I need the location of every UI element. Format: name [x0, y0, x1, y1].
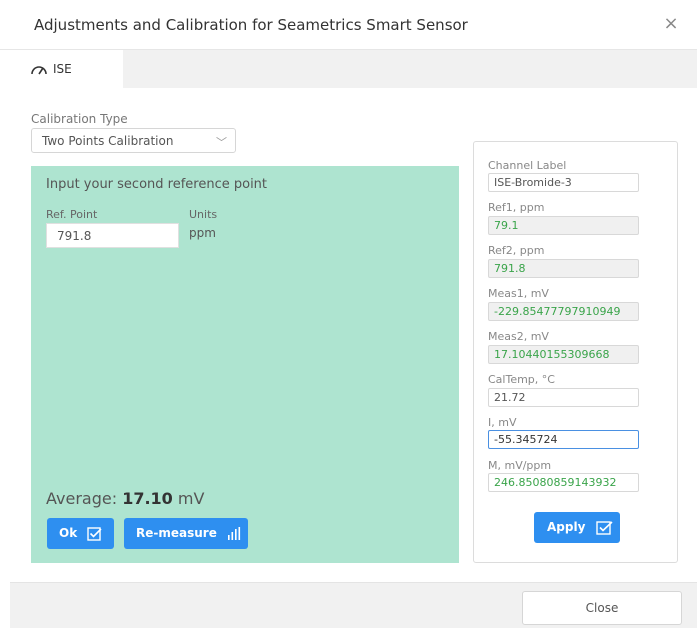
bar-chart-icon	[228, 527, 241, 540]
ref2-field: 791.8	[488, 259, 639, 278]
dialog-header: Adjustments and Calibration for Seametri…	[0, 0, 697, 50]
ref1-field: 79.1	[488, 216, 639, 235]
ref-point-input[interactable]	[46, 223, 179, 248]
dialog-title: Adjustments and Calibration for Seametri…	[34, 16, 468, 34]
intercept-field[interactable]: -55.345724	[488, 430, 639, 449]
dialog-footer: Close	[10, 582, 697, 628]
meas1-field: -229.85477797910949	[488, 302, 639, 321]
average-value: 17.10	[122, 489, 173, 508]
meas1-label: Meas1, mV	[488, 287, 549, 300]
meas2-label: Meas2, mV	[488, 330, 549, 343]
ok-button-label: Ok	[59, 526, 78, 540]
check-box-icon	[87, 526, 102, 541]
average-readout: Average: 17.10 mV	[46, 489, 204, 508]
remeasure-button[interactable]: Re-measure	[124, 518, 248, 549]
units-label: Units	[189, 208, 218, 221]
ok-button[interactable]: Ok	[47, 518, 114, 549]
tab-ise[interactable]: ISE	[10, 50, 123, 88]
apply-button-label: Apply	[547, 520, 586, 534]
caltemp-field[interactable]: 21.72	[488, 388, 639, 407]
ref2-label: Ref2, ppm	[488, 244, 545, 257]
calibration-type-label: Calibration Type	[31, 112, 128, 126]
channel-info-panel: Channel Label ISE-Bromide-3 Ref1, ppm 79…	[473, 141, 678, 563]
reference-point-panel: Input your second reference point Ref. P…	[31, 166, 459, 563]
ref-point-label: Ref. Point	[46, 208, 98, 221]
caltemp-label: CalTemp, °C	[488, 373, 555, 386]
calibration-dialog: Adjustments and Calibration for Seametri…	[0, 0, 697, 628]
calibration-type-select[interactable]: Two Points Calibration ﹀	[31, 128, 236, 153]
check-box-icon	[595, 521, 613, 535]
channel-label-field[interactable]: ISE-Bromide-3	[488, 173, 639, 192]
chevron-down-icon: ﹀	[216, 136, 227, 149]
channel-label-label: Channel Label	[488, 159, 567, 172]
tab-bar: ISE	[10, 50, 697, 88]
meas2-field: 17.10440155309668	[488, 345, 639, 364]
gauge-icon	[31, 66, 47, 75]
remeasure-button-label: Re-measure	[136, 526, 217, 540]
ref1-label: Ref1, ppm	[488, 201, 545, 214]
average-label: Average:	[46, 489, 123, 508]
tab-label: ISE	[53, 62, 72, 76]
intercept-label: I, mV	[488, 416, 517, 429]
close-button[interactable]: Close	[522, 591, 682, 625]
reference-instruction: Input your second reference point	[46, 177, 268, 192]
slope-label: M, mV/ppm	[488, 459, 552, 472]
slope-field[interactable]: 246.85080859143932	[488, 473, 639, 492]
apply-button[interactable]: Apply	[534, 512, 620, 543]
calibration-type-value: Two Points Calibration	[42, 134, 174, 148]
average-unit: mV	[172, 489, 205, 508]
units-value: ppm	[189, 226, 216, 240]
close-icon[interactable]: ×	[660, 13, 682, 35]
